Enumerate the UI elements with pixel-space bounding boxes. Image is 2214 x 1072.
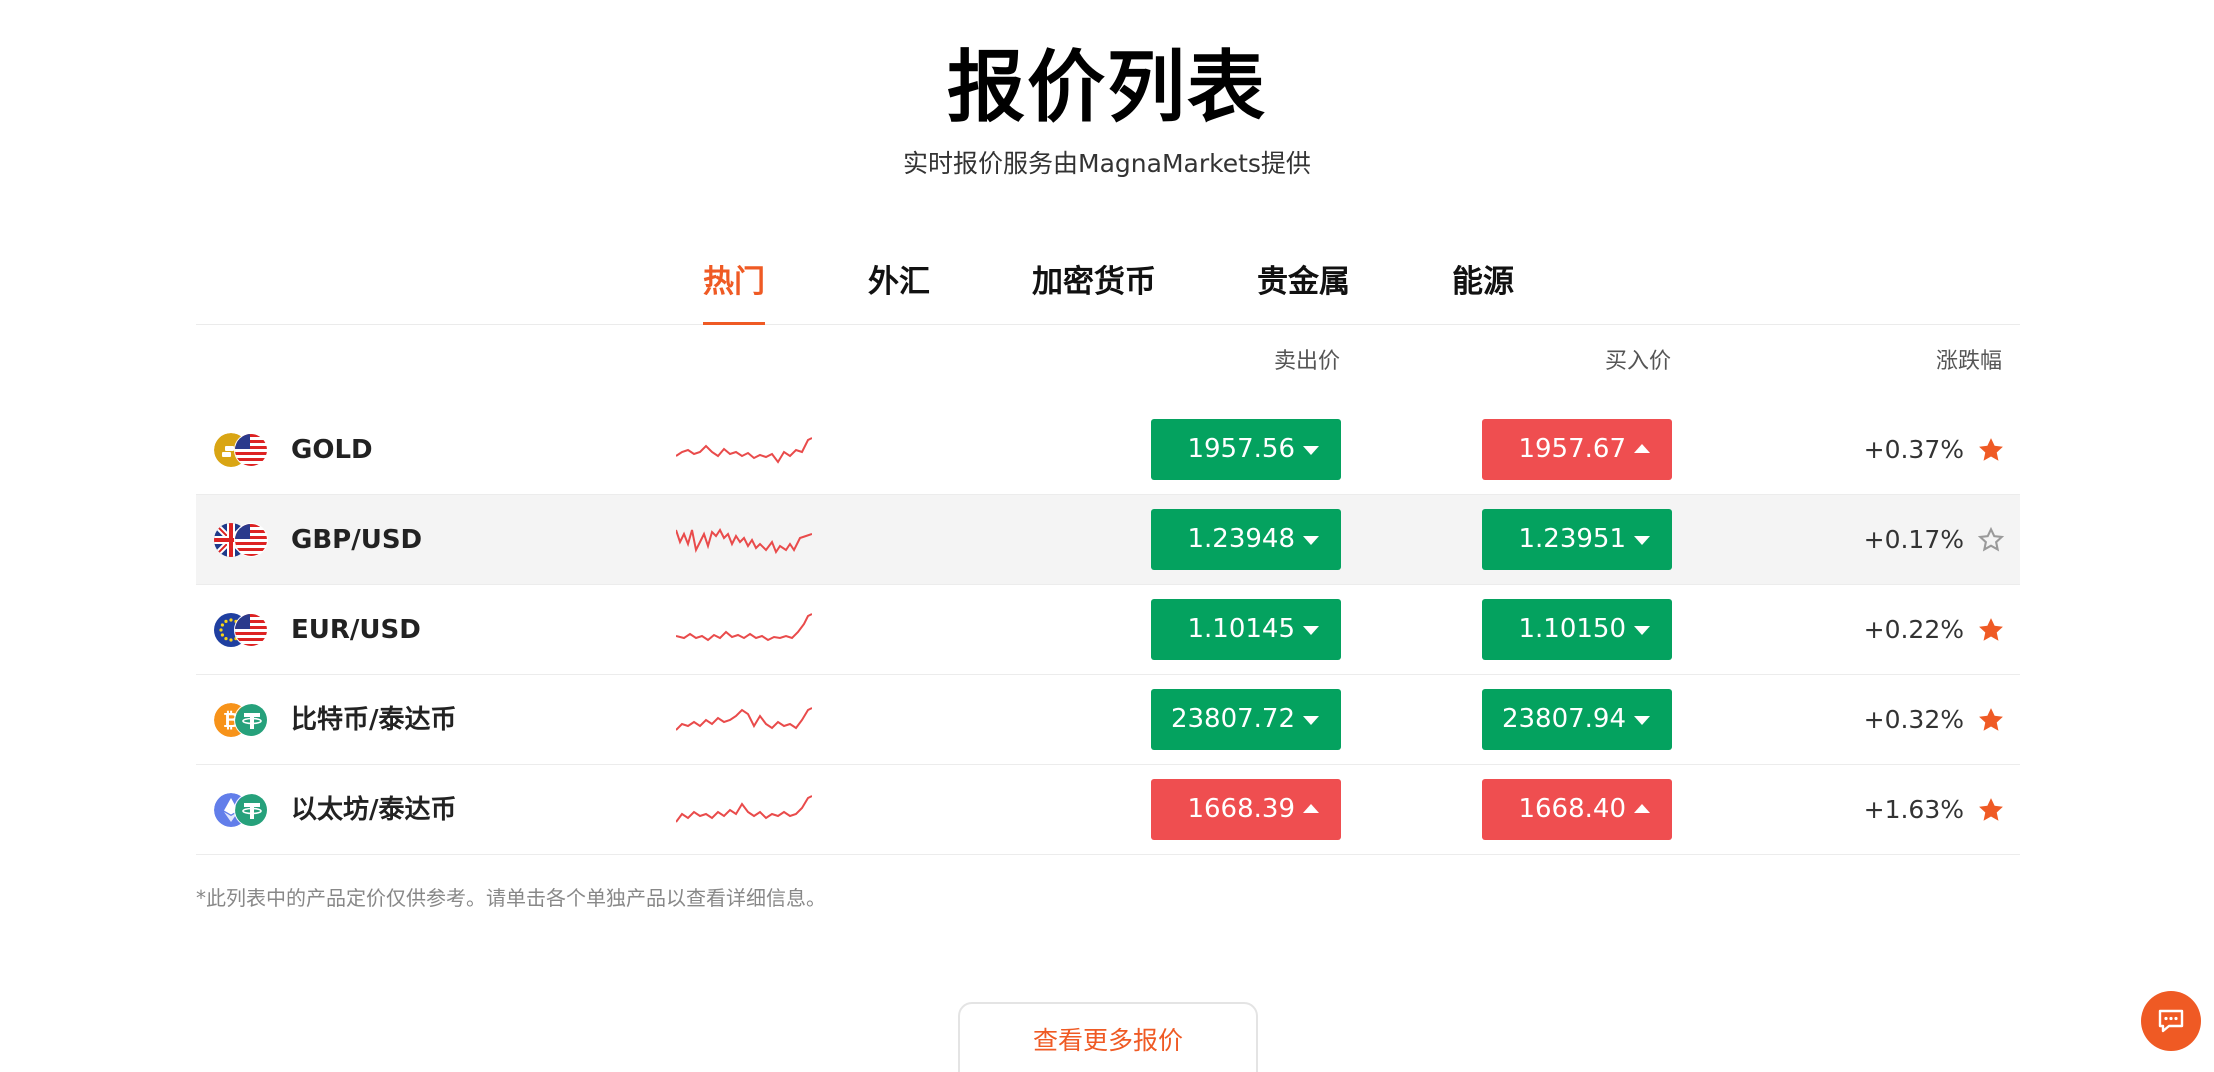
chat-button[interactable] (2141, 991, 2201, 1051)
down-arrow-icon (1634, 716, 1650, 725)
buy-price-value: 1.23951 (1518, 524, 1626, 554)
instrument-symbol: GOLD (291, 435, 373, 465)
sparkline-chart (676, 437, 812, 464)
buy-price-value: 1668.40 (1518, 794, 1626, 824)
instrument-icons: ₿ (214, 703, 274, 737)
change-percent: +0.32% (1863, 705, 1964, 734)
buy-price-button[interactable]: 1.23951 (1482, 509, 1672, 570)
sell-price-value: 1668.39 (1187, 794, 1295, 824)
buy-price-button[interactable]: 1.10150 (1482, 599, 1672, 660)
up-arrow-icon (1303, 804, 1319, 813)
instrument-symbol: 以太坊/泰达币 (291, 795, 457, 825)
sell-price-value: 1957.56 (1187, 434, 1295, 464)
instrument-symbol: 比特币/泰达币 (291, 705, 457, 735)
favorite-star-icon[interactable] (1977, 616, 2005, 644)
quote-list-page: 报价列表 实时报价服务由MagnaMarkets提供 热门 外汇 加密货币 贵金… (0, 0, 2214, 1072)
instrument-symbol: GBP/USD (291, 525, 423, 555)
up-arrow-icon (1634, 804, 1650, 813)
category-tabs: 热门 外汇 加密货币 贵金属 能源 (196, 252, 2020, 325)
buy-price-value: 1957.67 (1518, 434, 1626, 464)
tab-crypto[interactable]: 加密货币 (1032, 252, 1156, 325)
favorite-star-icon[interactable] (1977, 706, 2005, 734)
buy-price-header: 买入价 (1604, 349, 1671, 374)
favorite-star-icon[interactable] (1977, 796, 2005, 824)
down-arrow-icon (1634, 536, 1650, 545)
buy-price-button[interactable]: 1957.67 (1482, 419, 1672, 480)
buy-price-button[interactable]: 23807.94 (1482, 689, 1672, 750)
us-flag-icon (234, 523, 268, 557)
up-arrow-icon (1634, 444, 1650, 453)
buy-price-button[interactable]: 1668.40 (1482, 779, 1672, 840)
buy-price-value: 23807.94 (1501, 704, 1626, 734)
down-arrow-icon (1303, 536, 1319, 545)
instrument-icons (214, 613, 274, 647)
down-arrow-icon (1303, 626, 1319, 635)
us-flag-icon (234, 613, 268, 647)
instrument-symbol: EUR/USD (291, 615, 421, 645)
down-arrow-icon (1303, 716, 1319, 725)
view-more-quotes-button[interactable]: 查看更多报价 (958, 1002, 1258, 1072)
quote-row-eurusd[interactable]: EUR/USD 1.10145 1.10150 +0.22% (196, 585, 2020, 675)
change-percent: +0.37% (1863, 435, 1964, 464)
chat-bubble-icon (2158, 1009, 2184, 1033)
favorite-star-icon[interactable] (1977, 526, 2005, 554)
down-arrow-icon (1303, 446, 1319, 455)
sparkline-chart (676, 613, 812, 642)
instrument-icons (214, 793, 274, 827)
sell-price-button[interactable]: 1.23948 (1151, 509, 1341, 570)
change-percent: +1.63% (1863, 795, 1964, 824)
sparkline-chart (676, 707, 812, 731)
quote-row-gbpusd[interactable]: GBP/USD 1.23948 1.23951 +0.17% (196, 495, 2020, 585)
sell-price-button[interactable]: 1668.39 (1151, 779, 1341, 840)
sell-price-value: 1.23948 (1187, 524, 1295, 554)
sell-price-button[interactable]: 1957.56 (1151, 419, 1341, 480)
sparkline-chart (676, 795, 812, 823)
disclaimer-note: *此列表中的产品定价仅供参考。请单击各个单独产品以查看详细信息。 (196, 886, 826, 910)
buy-price-value: 1.10150 (1518, 614, 1626, 644)
sell-price-button[interactable]: 1.10145 (1151, 599, 1341, 660)
page-title: 报价列表 (946, 43, 1267, 133)
sell-price-button[interactable]: 23807.72 (1151, 689, 1341, 750)
tab-precious-metals[interactable]: 贵金属 (1257, 252, 1350, 325)
tab-energy[interactable]: 能源 (1452, 252, 1514, 325)
down-arrow-icon (1634, 626, 1650, 635)
page-subtitle: 实时报价服务由MagnaMarkets提供 (903, 149, 1311, 178)
sell-price-value: 23807.72 (1170, 704, 1295, 734)
tab-hot[interactable]: 热门 (703, 252, 765, 325)
change-header: 涨跌幅 (1935, 349, 2002, 374)
quote-row-btcusdt[interactable]: ₿ 比特币/泰达币 23807.72 23807.94 +0.32% (196, 675, 2020, 765)
tab-forex[interactable]: 外汇 (868, 252, 930, 325)
sell-price-header: 卖出价 (1273, 349, 1340, 374)
quote-row-gold[interactable]: GOLD 1957.56 1957.67 +0.37% (196, 405, 2020, 495)
change-percent: +0.17% (1863, 525, 1964, 554)
sparkline-chart (676, 528, 812, 555)
instrument-icons (214, 433, 274, 467)
instrument-icons (214, 523, 274, 557)
quote-row-ethusdt[interactable]: 以太坊/泰达币 1668.39 1668.40 +1.63% (196, 765, 2020, 855)
us-flag-icon (234, 433, 268, 467)
tether-icon (234, 703, 268, 737)
tether-icon (234, 793, 268, 827)
favorite-star-icon[interactable] (1977, 436, 2005, 464)
change-percent: +0.22% (1863, 615, 1964, 644)
sell-price-value: 1.10145 (1187, 614, 1295, 644)
